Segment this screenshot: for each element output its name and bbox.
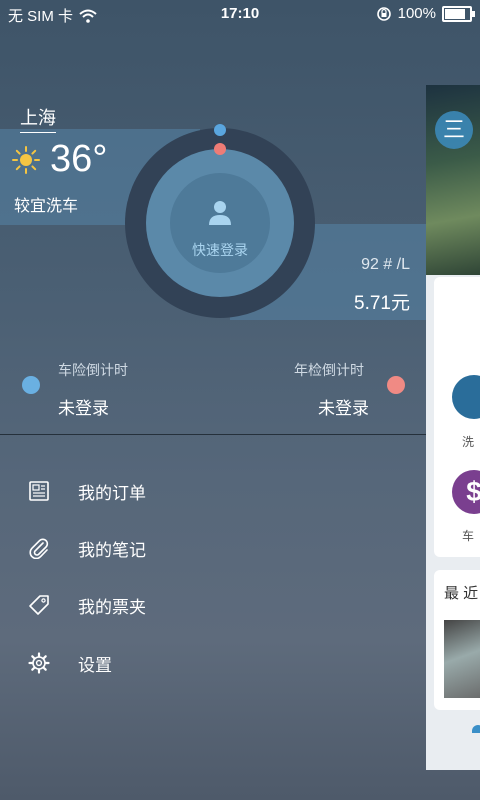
gear-icon [28,652,50,674]
recent-title: 最 近 [444,585,479,602]
user-icon[interactable] [206,198,234,226]
status-bar: 无 SIM 卡 17:10 100% [0,0,480,28]
car-wash-service-label: 洗 [462,435,475,449]
city-label[interactable]: 上海 [20,104,56,133]
menu-item-orders-label: 我的订单 [78,483,146,503]
menu-item-notes[interactable]: 我的笔记 [0,523,426,573]
menu-item-settings-label: 设置 [78,655,112,675]
divider [0,434,426,435]
bottom-tab-indicator [472,725,480,733]
menu-item-tickets[interactable]: 我的票夹 [0,580,426,630]
battery-percent: 100% [397,5,436,22]
insurance-countdown-value: 未登录 [58,399,109,418]
menu-item-orders[interactable]: 我的订单 [0,466,426,516]
fuel-type: 92 # /L [361,256,410,273]
rotation-lock-icon [376,6,391,21]
menu-item-notes-label: 我的笔记 [78,540,146,560]
order-icon [29,481,49,501]
menu-item-tickets-label: 我的票夹 [78,597,146,617]
main-screen-peek[interactable]: 三 洗 $ 车 最 近 [426,85,480,770]
ticket-tag-icon [29,595,49,615]
car-wash-advice: 较宜洗车 [14,198,79,215]
inspection-countdown-value: 未登录 [318,399,369,418]
battery-icon [442,5,475,22]
temperature: 36° [50,138,108,180]
car-service-label: 车 [462,529,475,543]
recent-card[interactable]: 最 近 [434,570,480,710]
fuel-price: 5.71元 [354,293,410,314]
sun-icon [12,146,40,174]
paperclip-icon [29,538,49,559]
inspection-indicator-dot [214,143,226,155]
menu-button[interactable]: 三 [435,111,473,149]
battery-level [445,8,465,19]
insurance-indicator-dot [214,124,226,136]
inspection-bullet [387,376,405,394]
menu-item-settings[interactable]: 设置 [0,638,426,688]
quick-login-label[interactable]: 快速登录 [180,240,260,260]
inspection-countdown-label: 年检倒计时 [294,362,364,378]
insurance-bullet [22,376,40,394]
insurance-countdown-label: 车险倒计时 [58,362,128,378]
recent-image [444,620,480,698]
